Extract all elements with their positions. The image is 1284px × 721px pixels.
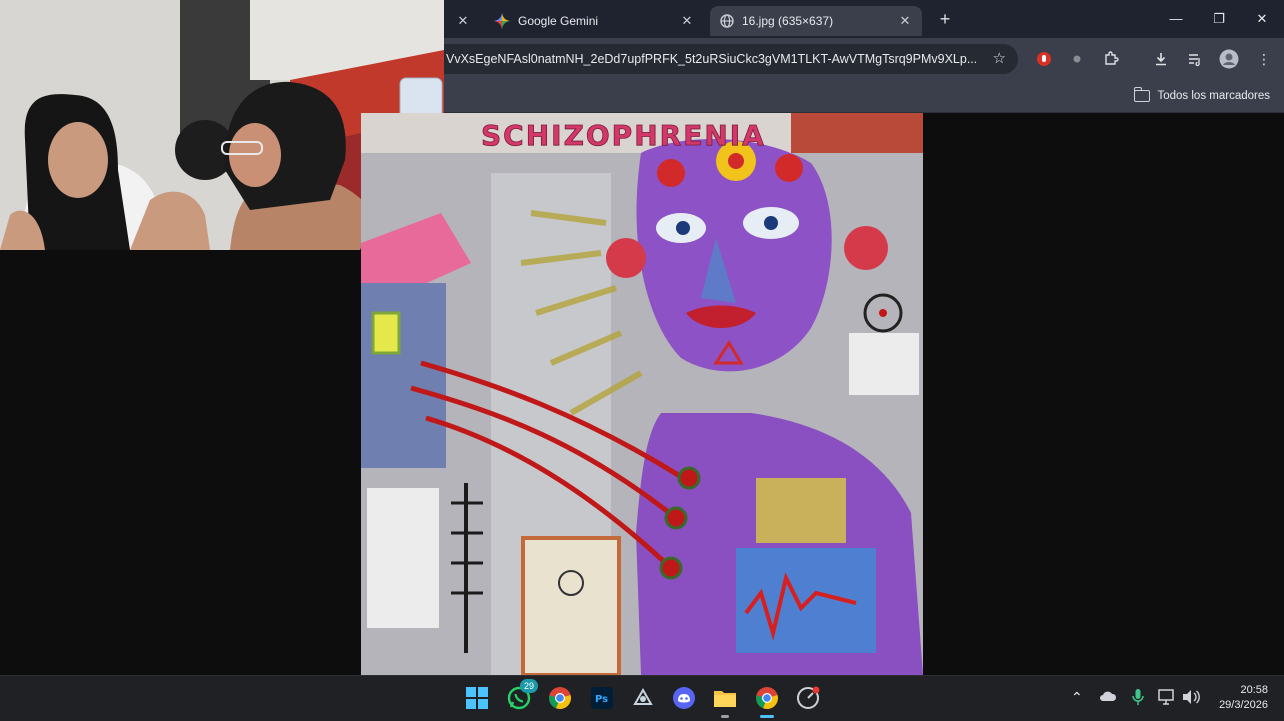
- close-tab-icon[interactable]: ✕: [896, 12, 914, 30]
- minimize-button[interactable]: —: [1156, 6, 1196, 32]
- clock-date: 29/3/2026: [1219, 699, 1268, 711]
- tab-title: Google Gemini: [518, 14, 599, 28]
- svg-text:Ps: Ps: [595, 694, 608, 705]
- windows-start-button[interactable]: [464, 685, 490, 711]
- taskbar-recorder[interactable]: [795, 685, 821, 711]
- folder-icon: [714, 691, 736, 707]
- browser-tab-strip: ✕ Google Gemini ✕ 16.jpg (635×637) ✕ + —…: [444, 0, 1284, 38]
- restore-button[interactable]: ❐: [1199, 6, 1239, 32]
- running-indicator: [721, 715, 729, 718]
- chrome-icon: [549, 687, 571, 710]
- new-tab-button[interactable]: +: [934, 9, 956, 31]
- tab-image-active[interactable]: 16.jpg (635×637) ✕: [710, 6, 922, 36]
- taskbar-photoshop[interactable]: Ps: [589, 685, 615, 711]
- address-bar[interactable]: VvXsEgeNFAsl0natmNH_2eDd7upfPRFK_5t2uRSi…: [444, 44, 1018, 74]
- gemini-sparkle-icon: [494, 13, 510, 29]
- photoshop-icon: Ps: [591, 687, 613, 709]
- taskbar-chrome-active[interactable]: [754, 685, 780, 718]
- notification-badge: 29: [520, 679, 538, 693]
- cloud-icon[interactable]: [1099, 689, 1117, 706]
- active-indicator: [760, 715, 774, 718]
- taskbar-steam[interactable]: [630, 685, 656, 711]
- tab-google-gemini[interactable]: Google Gemini ✕: [484, 6, 704, 36]
- close-tab-icon[interactable]: ✕: [454, 12, 472, 30]
- taskbar-chrome[interactable]: [547, 685, 573, 711]
- windows-logo-icon: [466, 687, 488, 709]
- network-icon[interactable]: [1158, 689, 1176, 708]
- taskbar-discord[interactable]: [671, 685, 697, 711]
- taskbar-file-explorer[interactable]: [712, 685, 738, 718]
- windows-taskbar: 29 Ps ⌃ 20:58 29/3/2026: [0, 675, 1284, 721]
- steam-icon: [633, 687, 653, 705]
- close-tab-icon[interactable]: ✕: [678, 12, 696, 30]
- image-viewer: SCHIZOPHRENIA: [361, 113, 923, 675]
- close-window-button[interactable]: ✕: [1242, 6, 1282, 32]
- show-hidden-icons-chevron-icon[interactable]: ⌃: [1071, 689, 1083, 706]
- extensions-puzzle-icon[interactable]: [1101, 49, 1121, 69]
- bookmarks-bar: Todos los marcadores: [444, 80, 1284, 113]
- painting-title-text: SCHIZOPHRENIA: [481, 119, 766, 152]
- tab-partial[interactable]: ✕: [444, 6, 484, 36]
- browser-toolbar: VvXsEgeNFAsl0natmNH_2eDd7upfPRFK_5t2uRSi…: [444, 38, 1284, 80]
- more-menu-icon[interactable]: ⋮: [1254, 49, 1274, 69]
- download-icon[interactable]: [1151, 49, 1171, 69]
- globe-icon: [720, 14, 734, 28]
- speedometer-icon: [797, 686, 820, 709]
- volume-icon[interactable]: [1182, 689, 1200, 708]
- all-bookmarks-folder[interactable]: Todos los marcadores: [1133, 87, 1271, 105]
- system-clock[interactable]: 20:58 29/3/2026: [1219, 683, 1268, 713]
- bookmarks-folder-label: Todos los marcadores: [1157, 90, 1271, 102]
- clock-time: 20:58: [1240, 684, 1268, 696]
- extension-red-icon[interactable]: [1034, 49, 1054, 69]
- url-text: VvXsEgeNFAsl0natmNH_2eDd7upfPRFK_5t2uRSi…: [446, 52, 976, 66]
- extension-grey-icon[interactable]: [1067, 49, 1087, 69]
- folder-icon: [1133, 87, 1150, 102]
- bookmark-star-icon[interactable]: ☆: [993, 44, 1006, 74]
- microphone-icon[interactable]: [1132, 689, 1144, 708]
- chrome-icon: [756, 687, 778, 710]
- painting-image: SCHIZOPHRENIA: [361, 113, 923, 675]
- media-queue-icon[interactable]: [1185, 49, 1205, 69]
- discord-icon: [673, 687, 695, 709]
- tab-title: 16.jpg (635×637): [742, 14, 834, 28]
- profile-avatar-icon[interactable]: [1219, 49, 1239, 69]
- taskbar-whatsapp[interactable]: 29: [506, 679, 538, 711]
